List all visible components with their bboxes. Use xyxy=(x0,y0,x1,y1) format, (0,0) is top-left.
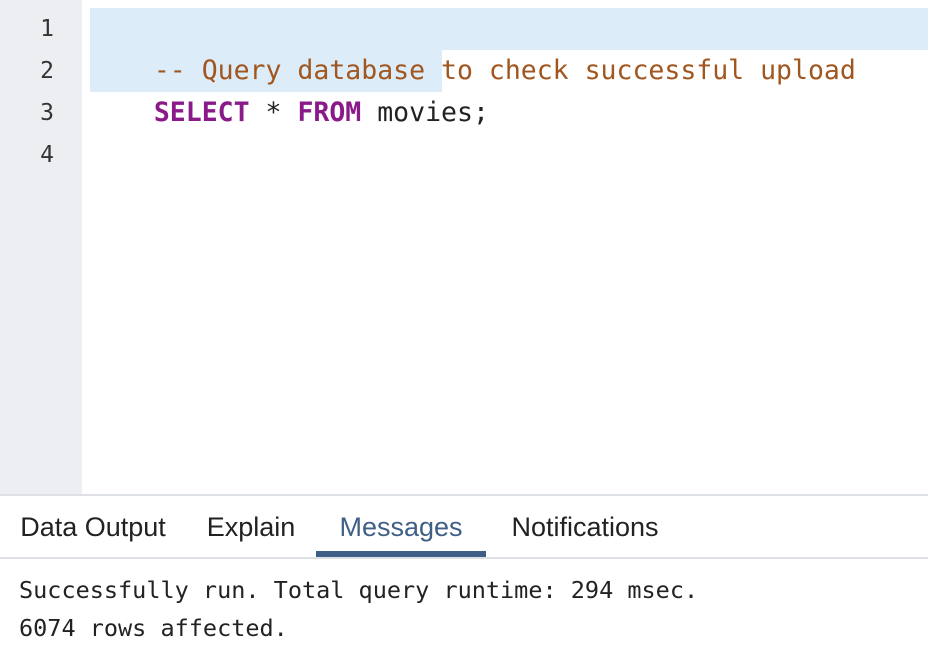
tab-messages[interactable]: Messages xyxy=(316,496,486,558)
code-line-2[interactable]: SELECT * FROM movies; xyxy=(90,50,489,128)
tab-data-output[interactable]: Data Output xyxy=(0,496,186,558)
message-line: 6074 rows affected. xyxy=(19,614,288,642)
sql-keyword-from: FROM xyxy=(297,97,362,128)
code-line-1[interactable]: -- Query database to check successful up… xyxy=(90,8,856,86)
output-tabs: Data Output Explain Messages Notificatio… xyxy=(0,496,928,558)
line-number: 4 xyxy=(40,142,54,168)
sql-editor[interactable]: 1 2 3 4 -- Query database to check succe… xyxy=(0,0,928,494)
line-number: 3 xyxy=(40,100,54,126)
tab-notifications[interactable]: Notifications xyxy=(486,496,684,558)
sql-keyword-select: SELECT xyxy=(153,97,250,128)
message-line: Successfully run. Total query runtime: 2… xyxy=(19,576,699,604)
line-number: 1 xyxy=(40,16,54,42)
tab-explain[interactable]: Explain xyxy=(186,496,316,558)
messages-panel: Successfully run. Total query runtime: 2… xyxy=(0,559,928,652)
line-number: 2 xyxy=(40,58,54,84)
line-number-gutter: 1 2 3 4 xyxy=(0,0,82,494)
sql-operator: * xyxy=(249,97,298,128)
sql-table-name: movies; xyxy=(361,97,489,128)
